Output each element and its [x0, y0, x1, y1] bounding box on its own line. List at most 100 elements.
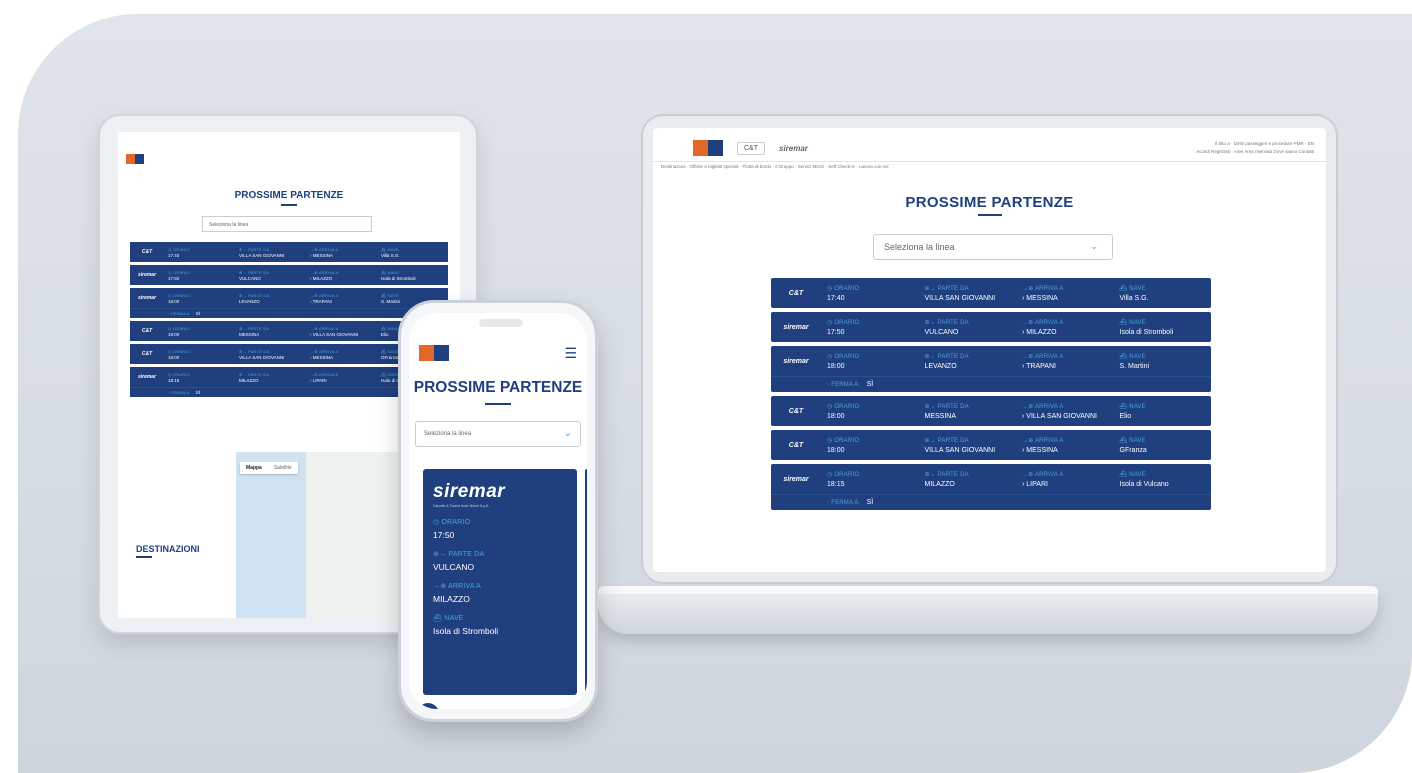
departure-card[interactable]: siremar Caronte & Tourist Isole Minori S… — [423, 469, 577, 695]
nave-label-text: Nave — [1129, 353, 1146, 360]
departure-col-time: ◷ ORARIO 18:00 — [821, 353, 919, 370]
departure-row[interactable]: siremar ◷ ORARIO 18:00 ⊕→ PARTE DA LEVANZO →⊕… — [130, 288, 448, 318]
departure-col-time: ◷ ORARIO 17:50 — [164, 270, 235, 281]
arriva-a-label-text: ARRIVA A — [1034, 403, 1064, 410]
departure-col-from: ⊕→ PARTE DA LEVANZO — [919, 353, 1017, 370]
departure-row[interactable]: C&T ◷ ORARIO 18:00 ⊕→ PARTE DA MESSINA →⊕ ARR… — [771, 396, 1211, 426]
departure-col-time: ◷ ORARIO 18:00 — [164, 349, 235, 360]
line-select[interactable]: Seleziona la linea — [202, 216, 372, 232]
departure-row-main: C&T ◷ ORARIO 17:40 ⊕→ PARTE DA VILLA SAN GIO… — [130, 242, 448, 262]
phone-device: ☰ PROSSIME PARTENZE Seleziona la linea ⌄… — [398, 300, 598, 722]
site-logo[interactable] — [126, 154, 144, 164]
caronte-logo: C&T — [788, 289, 804, 297]
departure-col-from: ⊕→ PARTE DA VULCANO — [919, 319, 1017, 336]
siremar-tab[interactable]: siremar — [779, 144, 808, 153]
departure-from: LEVANZO — [925, 363, 1017, 370]
orario-label: ◷ ORARIO — [168, 269, 190, 275]
caronte-logo: C&T — [788, 441, 804, 449]
departure-to: › MESSINA — [310, 354, 334, 360]
departure-row[interactable]: siremar ◷ ORARIO 18:00 ⊕→ PARTE DA LEVANZO →⊕… — [771, 346, 1211, 392]
top-links-line2[interactable]: Accedi Registrati · Aree Area riservata … — [1196, 148, 1314, 156]
departure-time: 17:40 — [168, 253, 235, 258]
chevron-down-icon: ⌄ — [563, 428, 572, 439]
ferma-a-label-text: FERMA A — [170, 310, 190, 316]
departure-to-value: MESSINA — [1026, 446, 1058, 454]
departure-col-ship: ⛴ Nave GFranza — [1114, 437, 1212, 454]
departure-col-time: ◷ ORARIO 17:50 — [821, 319, 919, 336]
departure-ship-value: Isola di Stromboli — [1119, 328, 1174, 336]
caronte-tourist-tab[interactable]: C&T — [737, 141, 765, 155]
laptop-screen: C&T siremar Il Sito a · Diritti passegge… — [653, 128, 1326, 572]
departure-to: › TRAPANI — [310, 298, 332, 304]
departure-time: 18:00 — [827, 447, 919, 454]
departure-time-value: 18:15 — [168, 377, 180, 383]
parte-da-label-text: PARTE DA — [248, 325, 270, 331]
departure-col-from: ⊕→ PARTE DA VILLA SAN GIOVANNI — [235, 247, 306, 258]
departure-row[interactable]: siremar ◷ ORARIO 17:50 ⊕→ PARTE DA VULCANO →⊕… — [130, 265, 448, 285]
departure-row[interactable]: siremar ◷ ORARIO 17:50 ⊕→ PARTE DA VULCANO →⊕… — [771, 312, 1211, 342]
nave-label-text: Nave — [1129, 319, 1146, 326]
orario-label: ◷ ORARIO — [827, 285, 860, 292]
line-select[interactable]: Seleziona la linea ⌄ — [415, 421, 581, 447]
line-select-placeholder: Seleziona la linea — [424, 431, 472, 437]
nave-label-text: Nave — [387, 246, 399, 252]
departure-col-ship: ⛴ Nave Villa S.G. — [377, 247, 448, 258]
departure-ship-value: S. Martini — [381, 298, 401, 304]
departure-from-value: VILLA SAN GIOVANNI — [239, 354, 285, 360]
arriva-a-label-text: ARRIVA A — [318, 292, 339, 298]
chat-fab-button[interactable]: CD — [417, 703, 439, 709]
departure-to-value: LIPARI — [1026, 480, 1048, 488]
arriva-a-label: →⊕ ARRIVA A — [1022, 285, 1064, 292]
next-card-peek[interactable] — [585, 469, 587, 695]
top-links-line1[interactable]: Il Sito a · Diritti passeggeri e procedu… — [1196, 140, 1314, 148]
departure-row[interactable]: siremar ◷ ORARIO 18:15 ⊕→ PARTE DA MILAZZO →⊕… — [771, 464, 1211, 510]
map-tab[interactable]: Mappa — [240, 462, 268, 474]
orario-label: ◷ ORARIO — [168, 325, 190, 331]
orario-label-text: ORARIO — [834, 285, 860, 292]
line-select-placeholder: Seleziona la linea — [884, 242, 955, 252]
departure-row[interactable]: C&T ◷ ORARIO 18:00 ⊕→ PARTE DA VILLA SAN GIO… — [771, 430, 1211, 460]
satellite-tab[interactable]: Satellite — [268, 462, 298, 474]
departure-from: VULCANO — [239, 276, 306, 281]
departure-col-time: ◷ ORARIO 17:40 — [164, 247, 235, 258]
line-select[interactable]: Seleziona la linea ⌄ — [873, 234, 1113, 260]
caronte-logo: C&T — [788, 407, 804, 415]
orario-label: ◷ ORARIO — [827, 353, 860, 360]
map-type-tabs[interactable]: Mappa Satellite — [240, 462, 298, 474]
departures-table: C&T ◷ ORARIO 17:40 ⊕→ PARTE DA VILLA SAN GIO… — [771, 278, 1211, 514]
departure-col-to: →⊕ ARRIVA A › LIPARI — [1016, 471, 1114, 488]
phone-notch — [479, 319, 523, 327]
siremar-logo: siremar — [783, 357, 809, 365]
top-links[interactable]: Il Sito a · Diritti passeggeri e procedu… — [1196, 140, 1314, 156]
departure-time-value: 17:40 — [168, 252, 180, 258]
departure-col-time: ◷ ORARIO 18:00 — [821, 437, 919, 454]
caronte-logo: C&T — [141, 328, 153, 334]
departure-from-value: MILAZZO — [239, 377, 259, 383]
nave-label: ⛴ Nave — [381, 269, 399, 275]
departure-row[interactable]: C&T ◷ ORARIO 17:40 ⊕→ PARTE DA VILLA SAN GIO… — [130, 242, 448, 262]
siremar-logo: siremar — [137, 295, 157, 301]
orario-label: ◷ ORARIO — [168, 246, 190, 252]
stop-value: SÌ — [195, 311, 200, 316]
parte-da-label-text: PARTE DA — [248, 246, 270, 252]
parte-da-label-text: PARTE DA — [248, 292, 270, 298]
departure-ship-value: Elio — [381, 331, 389, 337]
arriva-a-label: →⊕ ARRIVA A — [310, 292, 339, 298]
departure-col-from: ⊕→ PARTE DA MESSINA — [235, 326, 306, 337]
departure-row-main: siremar ◷ ORARIO 17:50 ⊕→ PARTE DA VULCANO →⊕… — [130, 265, 448, 285]
orario-label-text: ORARIO — [834, 437, 860, 444]
departure-from-value: VILLA SAN GIOVANNI — [924, 294, 996, 302]
departure-ship: Elio — [1120, 413, 1212, 420]
title-underline — [281, 204, 297, 206]
orario-label-text: ORARIO — [173, 348, 190, 354]
caronte-logo: C&T — [141, 351, 153, 357]
main-nav[interactable]: Destinazioni · Offerte e biglietti speci… — [661, 164, 889, 169]
departure-col-ship: ⛴ Nave Elio — [1114, 403, 1212, 420]
caronte-logo-tab[interactable] — [693, 140, 723, 156]
departure-row[interactable]: C&T ◷ ORARIO 17:40 ⊕→ PARTE DA VILLA SAN GIO… — [771, 278, 1211, 308]
site-logo[interactable] — [419, 345, 449, 361]
orario-label: ◷ ORARIO — [433, 519, 471, 526]
hamburger-menu-icon[interactable]: ☰ — [564, 345, 577, 362]
parte-da-label: ⊕→ PARTE DA — [924, 319, 969, 326]
stop-row: ◦ FERMA A SÌ — [771, 494, 1211, 510]
